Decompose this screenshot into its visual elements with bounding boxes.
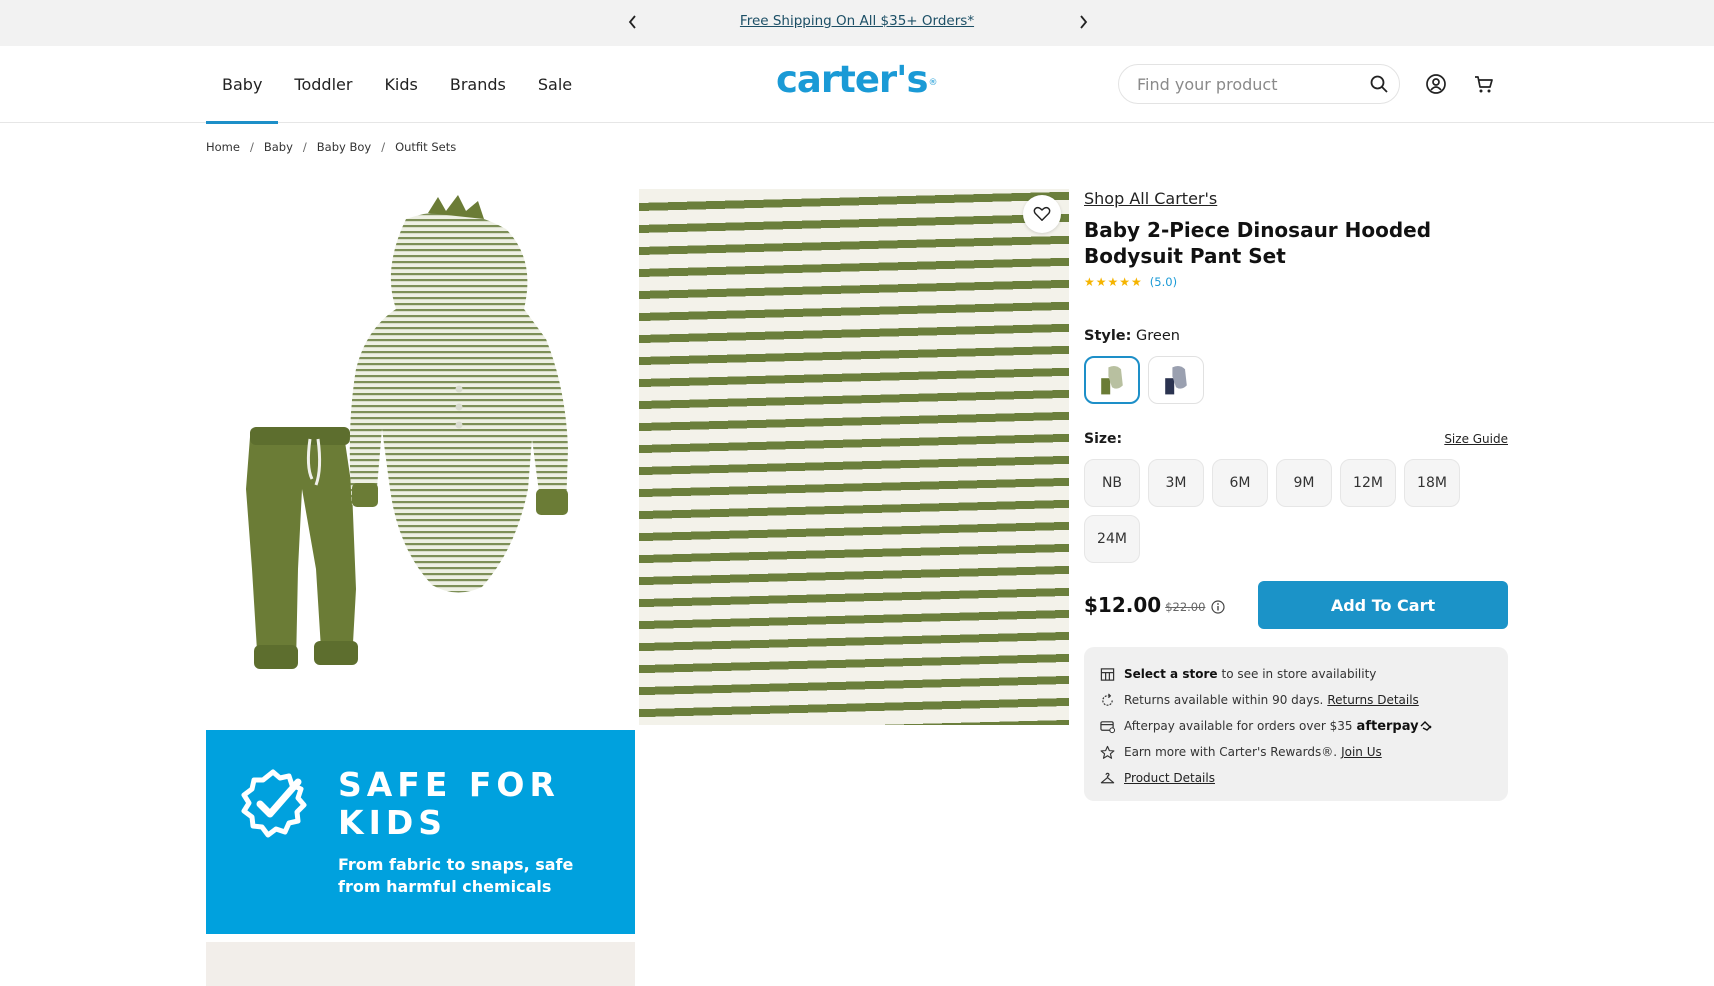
- size-label: Size:: [1084, 431, 1123, 447]
- rating-value[interactable]: (5.0): [1150, 275, 1177, 289]
- rewards-text: Earn more with Carter's Rewards®.: [1124, 745, 1338, 759]
- nav-item-kids[interactable]: Kids: [368, 46, 433, 123]
- breadcrumb: Home / Baby / Baby Boy / Outfit Sets: [206, 140, 456, 154]
- join-us-link[interactable]: Join Us: [1341, 745, 1382, 759]
- price-row: $12.00 $22.00 Add To Cart: [1084, 581, 1508, 629]
- style-swatches: [1084, 356, 1508, 404]
- registered-mark: ®: [928, 78, 938, 88]
- style-value: Green: [1136, 328, 1180, 344]
- banner-title: SAFE FOR KIDS: [338, 765, 560, 842]
- product-details-row: Product Details: [1098, 765, 1494, 791]
- breadcrumb-outfit-sets[interactable]: Outfit Sets: [395, 140, 456, 154]
- size-option-6m[interactable]: 6M: [1212, 459, 1268, 507]
- heart-icon: [1033, 206, 1051, 221]
- add-to-cart-button[interactable]: Add To Cart: [1258, 581, 1508, 629]
- info-icon[interactable]: [1211, 600, 1226, 614]
- returns-text: Returns available within 90 days.: [1124, 693, 1324, 707]
- promo-prev-button[interactable]: [623, 12, 643, 32]
- outfit-illustration: [246, 195, 568, 669]
- size-guide-link[interactable]: Size Guide: [1444, 432, 1508, 446]
- breadcrumb-separator: /: [381, 140, 386, 154]
- next-image-tile: [206, 942, 635, 986]
- swatch-green[interactable]: [1084, 356, 1140, 404]
- star-icon: [1098, 743, 1116, 761]
- nav-item-sale[interactable]: Sale: [522, 46, 588, 123]
- main-nav: Baby Toddler Kids Brands Sale: [206, 46, 588, 124]
- promo-next-button[interactable]: [1073, 12, 1093, 32]
- returns-row: Returns available within 90 days. Return…: [1098, 687, 1494, 713]
- returns-details-link[interactable]: Returns Details: [1327, 693, 1419, 707]
- afterpay-arrows-icon: [1420, 721, 1432, 731]
- store-icon: [1098, 665, 1116, 683]
- product-image-main[interactable]: [206, 189, 635, 724]
- store-availability-row: Select a store to see in store availabil…: [1098, 661, 1494, 687]
- product-image-fabric[interactable]: [639, 189, 1069, 725]
- size-option-nb[interactable]: NB: [1084, 459, 1140, 507]
- style-label: Style:: [1084, 328, 1132, 344]
- breadcrumb-separator: /: [249, 140, 254, 154]
- fulfillment-info: Select a store to see in store availabil…: [1084, 647, 1508, 801]
- nav-item-baby[interactable]: Baby: [206, 46, 279, 124]
- navy-outfit-thumbnail: [1165, 365, 1187, 395]
- select-store-link[interactable]: Select a store: [1124, 667, 1218, 681]
- promo-bar: Free Shipping On All $35+ Orders*: [0, 0, 1714, 46]
- search-icon[interactable]: [1369, 74, 1389, 94]
- size-row: Size: Size Guide: [1084, 431, 1508, 447]
- check-badge-icon: [241, 769, 307, 838]
- promo-link[interactable]: Free Shipping On All $35+ Orders*: [700, 13, 1014, 29]
- logo-text: carter's: [776, 58, 929, 101]
- green-outfit-thumbnail: [1101, 365, 1123, 395]
- nav-item-brands[interactable]: Brands: [434, 46, 522, 123]
- account-icon[interactable]: [1425, 73, 1447, 95]
- search-box: [1118, 64, 1400, 104]
- breadcrumb-separator: /: [302, 140, 307, 154]
- size-options: NB 3M 6M 9M 12M 18M 24M: [1084, 459, 1508, 571]
- favorite-button[interactable]: [1023, 195, 1061, 233]
- search-input[interactable]: [1137, 74, 1357, 94]
- banner-subtitle: From fabric to snaps, safe from harmful …: [338, 855, 574, 896]
- original-price: $22.00: [1165, 600, 1206, 614]
- site-header: Baby Toddler Kids Brands Sale carter's ®: [0, 46, 1714, 124]
- size-option-9m[interactable]: 9M: [1276, 459, 1332, 507]
- chevron-left-icon: [628, 15, 636, 29]
- size-option-3m[interactable]: 3M: [1148, 459, 1204, 507]
- breadcrumb-baby[interactable]: Baby: [264, 140, 293, 154]
- rewards-row: Earn more with Carter's Rewards®. Join U…: [1098, 739, 1494, 765]
- star-rating-icon: ★★★★★: [1084, 275, 1143, 289]
- card-icon: [1098, 717, 1116, 735]
- size-option-18m[interactable]: 18M: [1404, 459, 1460, 507]
- carters-logo[interactable]: carter's ®: [776, 58, 938, 106]
- chevron-right-icon: [1080, 15, 1088, 29]
- style-row: Style: Green: [1084, 328, 1508, 344]
- rating: ★★★★★ (5.0): [1084, 275, 1508, 289]
- product-details: Shop All Carter's Baby 2-Piece Dinosaur …: [1084, 189, 1508, 801]
- breadcrumb-home[interactable]: Home: [206, 140, 240, 154]
- hanger-icon: [1098, 769, 1116, 787]
- breadcrumb-baby-boy[interactable]: Baby Boy: [317, 140, 371, 154]
- size-option-12m[interactable]: 12M: [1340, 459, 1396, 507]
- returns-icon: [1098, 691, 1116, 709]
- store-availability-text: to see in store availability: [1221, 667, 1377, 681]
- nav-item-toddler[interactable]: Toddler: [278, 46, 368, 123]
- product-details-link[interactable]: Product Details: [1124, 771, 1215, 785]
- safe-for-kids-banner: SAFE FOR KIDS From fabric to snaps, safe…: [206, 730, 635, 934]
- size-option-24m[interactable]: 24M: [1084, 515, 1140, 563]
- afterpay-row: Afterpay available for orders over $35 a…: [1098, 713, 1494, 739]
- cart-icon[interactable]: [1473, 73, 1495, 95]
- product-title: Baby 2-Piece Dinosaur Hooded Bodysuit Pa…: [1084, 218, 1432, 268]
- afterpay-logo: afterpay: [1356, 718, 1419, 734]
- shop-all-link[interactable]: Shop All Carter's: [1084, 189, 1217, 208]
- swatch-navy[interactable]: [1148, 356, 1204, 404]
- afterpay-text: Afterpay available for orders over $35: [1124, 719, 1353, 733]
- sale-price: $12.00: [1084, 593, 1162, 617]
